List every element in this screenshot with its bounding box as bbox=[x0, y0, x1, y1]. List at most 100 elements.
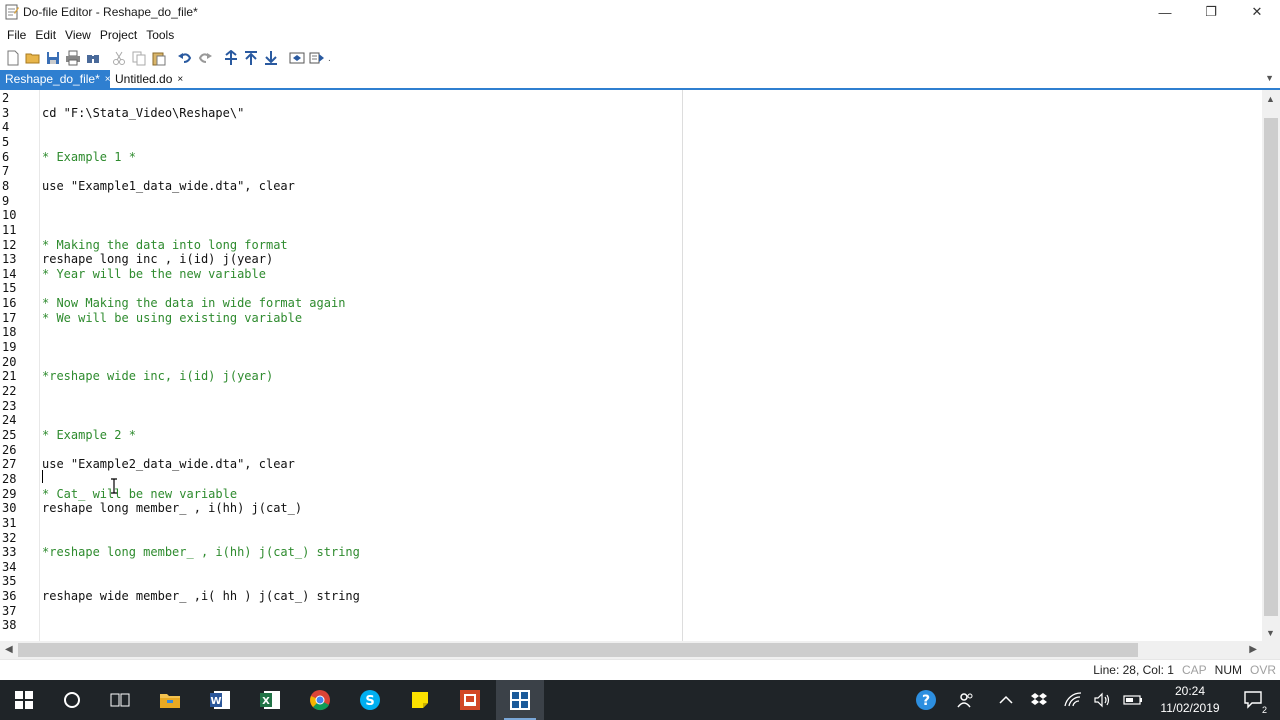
code-line[interactable]: 35 bbox=[0, 574, 1200, 589]
horizontal-scroll-thumb[interactable] bbox=[18, 643, 1138, 657]
taskbar-stata[interactable] bbox=[496, 680, 544, 720]
menu-view[interactable]: View bbox=[61, 28, 95, 42]
code-line[interactable]: 22 bbox=[0, 384, 1200, 399]
horizontal-scrollbar[interactable]: ◀ ▶ bbox=[0, 641, 1262, 659]
tab-reshape-do-file[interactable]: Reshape_do_file* × bbox=[0, 70, 111, 88]
code-line[interactable]: 24 bbox=[0, 413, 1200, 428]
code-line[interactable]: 20 bbox=[0, 355, 1200, 370]
scroll-right-icon[interactable]: ▶ bbox=[1249, 644, 1257, 655]
new-file-button[interactable] bbox=[3, 48, 23, 68]
code-line[interactable]: 29 * Cat_ will be new variable bbox=[0, 487, 1200, 502]
scroll-up-icon[interactable]: ▲ bbox=[1266, 94, 1275, 104]
tray-help[interactable]: ? bbox=[910, 680, 942, 720]
find-button[interactable] bbox=[83, 48, 103, 68]
move-down-button[interactable] bbox=[261, 48, 281, 68]
execute-icon bbox=[309, 52, 324, 64]
code-line[interactable]: 38 bbox=[0, 618, 1200, 633]
taskbar-word[interactable]: W bbox=[196, 680, 244, 720]
copy-button[interactable] bbox=[129, 48, 149, 68]
menu-file[interactable]: File bbox=[3, 28, 30, 42]
taskbar-excel[interactable]: X bbox=[246, 680, 294, 720]
taskbar-sticky-notes[interactable] bbox=[396, 680, 444, 720]
cut-button[interactable] bbox=[109, 48, 129, 68]
code-line[interactable]: 30 reshape long member_ , i(hh) j(cat_) bbox=[0, 501, 1200, 516]
code-line[interactable]: 28 bbox=[0, 472, 1200, 487]
tray-wifi[interactable] bbox=[1060, 680, 1086, 720]
code-line[interactable]: 27 use "Example2_data_wide.dta", clear bbox=[0, 457, 1200, 472]
redo-button[interactable] bbox=[195, 48, 215, 68]
code-line[interactable]: 25 * Example 2 * bbox=[0, 428, 1200, 443]
code-line[interactable]: 11 bbox=[0, 223, 1200, 238]
code-line[interactable]: 23 bbox=[0, 399, 1200, 414]
code-line[interactable]: 17 * We will be using existing variable bbox=[0, 311, 1200, 326]
code-line[interactable]: 33 *reshape long member_ , i(hh) j(cat_) … bbox=[0, 545, 1200, 560]
menu-project[interactable]: Project bbox=[96, 28, 141, 42]
code-line[interactable]: 10 bbox=[0, 208, 1200, 223]
vertical-scrollbar[interactable]: ▲ ▼ bbox=[1262, 90, 1280, 641]
action-center-button[interactable]: 2 bbox=[1234, 680, 1274, 720]
code-line[interactable]: 3 cd "F:\Stata_Video\Reshape\" bbox=[0, 106, 1200, 121]
code-line[interactable]: 34 bbox=[0, 560, 1200, 575]
tab-close-icon[interactable]: × bbox=[177, 74, 183, 85]
code-line[interactable]: 32 bbox=[0, 531, 1200, 546]
vertical-scroll-thumb[interactable] bbox=[1264, 118, 1278, 616]
minimize-button[interactable]: — bbox=[1142, 0, 1188, 24]
taskbar-powerpoint[interactable] bbox=[446, 680, 494, 720]
line-number: 13 bbox=[2, 252, 17, 267]
tab-list-chevron-down-icon[interactable]: ▼ bbox=[1265, 73, 1274, 83]
start-button[interactable] bbox=[0, 680, 48, 720]
code-line[interactable]: 12 * Making the data into long format bbox=[0, 238, 1200, 253]
paste-button[interactable] bbox=[149, 48, 169, 68]
code-line[interactable]: 2 bbox=[0, 91, 1200, 106]
tab-untitled[interactable]: Untitled.do × bbox=[110, 70, 190, 88]
code-line[interactable]: 26 bbox=[0, 443, 1200, 458]
taskbar-clock[interactable]: 20:24 11/02/2019 bbox=[1150, 683, 1230, 717]
execute-button[interactable] bbox=[307, 48, 327, 68]
code-line[interactable]: 4 bbox=[0, 120, 1200, 135]
menu-tools[interactable]: Tools bbox=[142, 28, 178, 42]
maximize-button[interactable]: ❐ bbox=[1188, 0, 1234, 24]
tray-dropbox[interactable] bbox=[1026, 680, 1052, 720]
save-button[interactable] bbox=[43, 48, 63, 68]
toolbar-overflow-icon[interactable]: . bbox=[328, 53, 331, 64]
undo-button[interactable] bbox=[175, 48, 195, 68]
code-line[interactable]: 15 bbox=[0, 281, 1200, 296]
scroll-left-icon[interactable]: ◀ bbox=[5, 644, 13, 655]
code-line[interactable]: 19 bbox=[0, 340, 1200, 355]
move-up-button[interactable] bbox=[241, 48, 261, 68]
code-line[interactable]: 31 bbox=[0, 516, 1200, 531]
indent-button[interactable] bbox=[221, 48, 241, 68]
code-line[interactable]: 36 reshape wide member_ ,i( hh ) j(cat_) … bbox=[0, 589, 1200, 604]
code-line[interactable]: 37 bbox=[0, 604, 1200, 619]
code-line[interactable]: 16 * Now Making the data in wide format a… bbox=[0, 296, 1200, 311]
close-button[interactable]: ✕ bbox=[1234, 0, 1280, 24]
line-number: 15 bbox=[2, 281, 17, 296]
tray-battery[interactable] bbox=[1120, 680, 1146, 720]
tray-people[interactable] bbox=[952, 680, 980, 720]
code-editor[interactable]: 2 3 cd "F:\Stata_Video\Reshape\" 4 5 6 * Examp… bbox=[0, 90, 1262, 641]
taskbar-skype[interactable]: S bbox=[346, 680, 394, 720]
show-hide-button[interactable] bbox=[287, 48, 307, 68]
code-line[interactable]: 14 * Year will be the new variable bbox=[0, 267, 1200, 282]
code-line[interactable]: 8 use "Example1_data_wide.dta", clear bbox=[0, 179, 1200, 194]
tray-volume[interactable] bbox=[1090, 680, 1116, 720]
task-view-button[interactable] bbox=[96, 680, 144, 720]
code-line[interactable]: 18 bbox=[0, 325, 1200, 340]
code-line[interactable]: 7 bbox=[0, 164, 1200, 179]
scroll-down-icon[interactable]: ▼ bbox=[1266, 628, 1275, 638]
open-button[interactable] bbox=[23, 48, 43, 68]
taskbar-file-explorer[interactable] bbox=[146, 680, 194, 720]
code-line[interactable]: 6 * Example 1 * bbox=[0, 150, 1200, 165]
code-line[interactable]: 5 bbox=[0, 135, 1200, 150]
menu-edit[interactable]: Edit bbox=[31, 28, 60, 42]
code-line[interactable]: 9 bbox=[0, 194, 1200, 209]
tray-show-hidden[interactable] bbox=[994, 680, 1018, 720]
taskbar-chrome[interactable] bbox=[296, 680, 344, 720]
print-button[interactable] bbox=[63, 48, 83, 68]
line-number: 25 bbox=[2, 427, 17, 442]
code-line[interactable]: 13 reshape long inc , i(id) j(year) bbox=[0, 252, 1200, 267]
code-line[interactable]: 21 *reshape wide inc, i(id) j(year) bbox=[0, 369, 1200, 384]
line-number: 6 bbox=[2, 149, 10, 164]
cortana-button[interactable] bbox=[48, 680, 96, 720]
notification-count: 2 bbox=[1260, 705, 1268, 715]
